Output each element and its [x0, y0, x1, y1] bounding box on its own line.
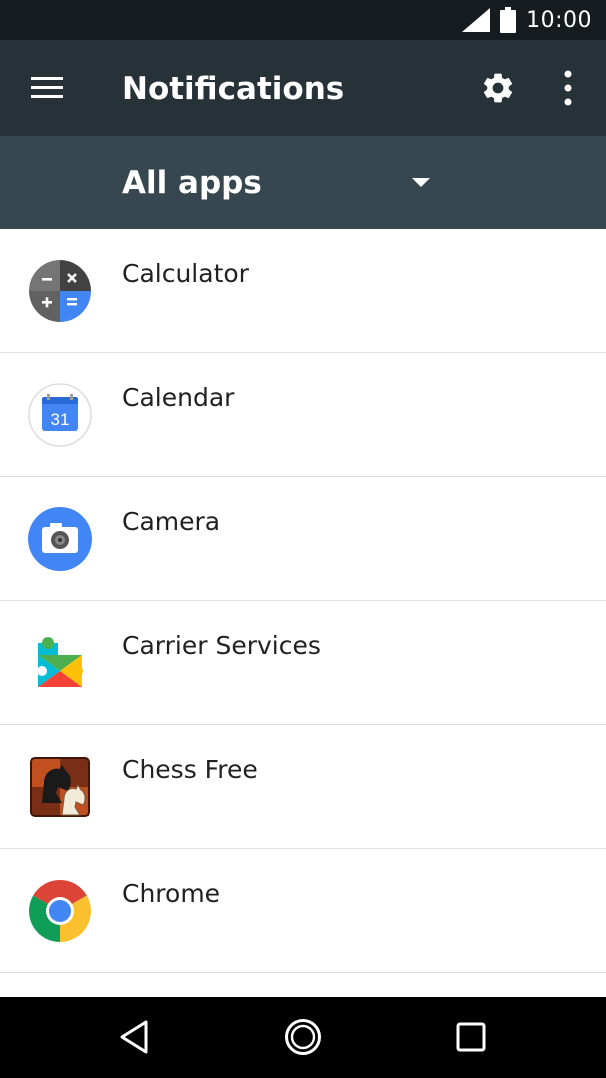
app-filter-selected: All apps — [122, 165, 262, 201]
home-icon — [285, 1019, 321, 1055]
app-row-camera[interactable]: Camera — [0, 477, 606, 601]
app-row-carrier-services[interactable]: Carrier Services — [0, 601, 606, 725]
calendar-icon-number: 31 — [51, 410, 70, 429]
home-button[interactable] — [273, 1015, 333, 1059]
chrome-icon — [28, 880, 92, 942]
gear-icon — [483, 73, 513, 103]
carrier-services-icon — [37, 637, 83, 687]
more-vert-icon — [564, 70, 572, 106]
recents-icon — [456, 1022, 486, 1052]
hamburger-menu-icon — [31, 77, 63, 98]
app-list: Calculator 31 Calendar Camera Carrier Se… — [0, 229, 606, 997]
app-name: Calculator — [122, 259, 249, 288]
status-bar: 10:00 — [0, 0, 606, 40]
status-icons: 10:00 — [462, 0, 592, 40]
signal-icon — [462, 8, 491, 32]
app-filter-dropdown[interactable]: All apps — [108, 144, 448, 220]
status-time: 10:00 — [526, 7, 592, 33]
settings-button[interactable] — [474, 64, 522, 112]
calculator-icon — [29, 260, 91, 322]
recents-button[interactable] — [441, 1015, 501, 1059]
page-title: Notifications — [122, 71, 345, 107]
app-row-calendar[interactable]: 31 Calendar — [0, 353, 606, 477]
app-name: Chrome — [122, 879, 221, 908]
app-row-chrome[interactable]: Chrome — [0, 849, 606, 973]
back-icon — [120, 1020, 148, 1054]
toolbar: Notifications — [0, 40, 606, 136]
app-row-calculator[interactable]: Calculator — [0, 229, 606, 353]
app-name: Camera — [122, 507, 221, 536]
filter-bar: All apps — [0, 136, 606, 229]
app-name: Carrier Services — [122, 631, 321, 660]
app-row-chess-free[interactable]: Chess Free — [0, 725, 606, 849]
app-name: Calendar — [122, 383, 235, 412]
more-options-button[interactable] — [546, 64, 590, 112]
hamburger-menu-button[interactable] — [22, 66, 72, 110]
app-name: Chess Free — [122, 755, 258, 784]
chess-free-icon — [30, 757, 90, 817]
navigation-bar — [0, 997, 606, 1078]
dropdown-arrow-icon — [412, 178, 430, 187]
battery-icon — [500, 7, 517, 33]
back-button[interactable] — [104, 1015, 164, 1059]
camera-icon — [28, 507, 92, 571]
calendar-icon: 31 — [28, 383, 92, 447]
